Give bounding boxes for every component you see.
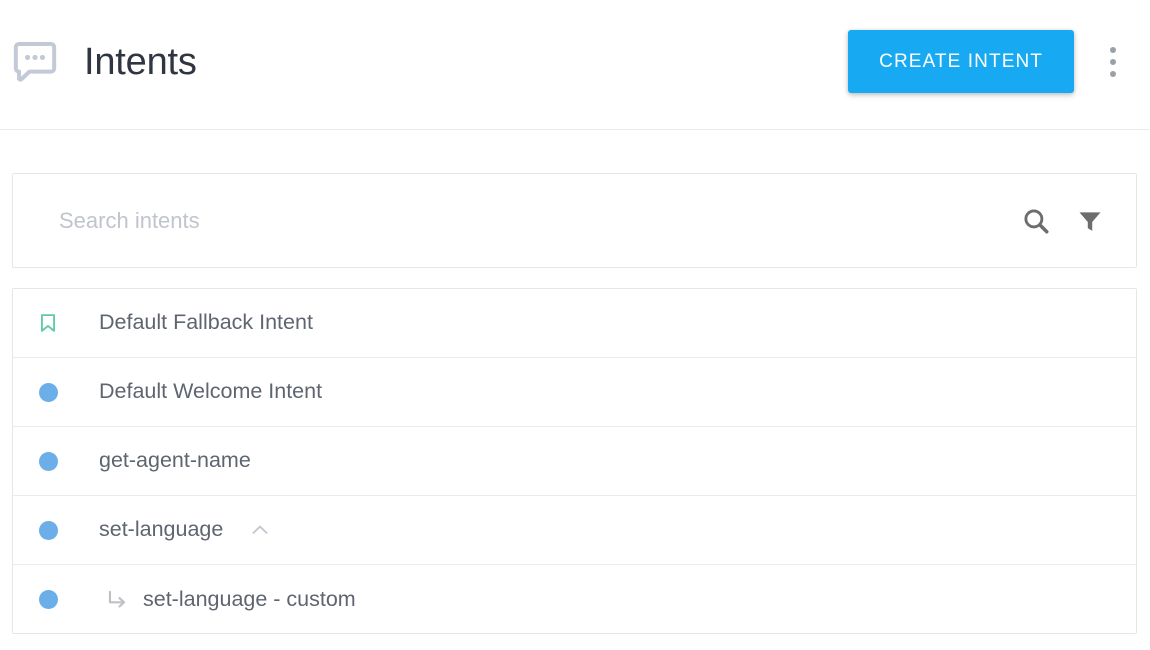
create-intent-button[interactable]: CREATE INTENT (848, 30, 1074, 93)
kebab-dot (1110, 70, 1116, 77)
table-row[interactable]: Default Welcome Intent (13, 358, 1136, 427)
list-item-label: set-language - custom (143, 586, 356, 611)
row-marker (33, 382, 77, 402)
table-row[interactable]: get-agent-name (13, 427, 1136, 496)
table-row[interactable]: set-language (13, 496, 1136, 565)
row-marker (33, 312, 77, 334)
status-dot-icon (39, 451, 58, 471)
status-dot-icon (39, 590, 58, 609)
list-item-label: Default Fallback Intent (99, 310, 313, 335)
chat-bubble-dots-icon (13, 41, 57, 82)
search-icon[interactable] (1014, 199, 1058, 243)
table-row[interactable]: Default Fallback Intent (13, 289, 1136, 358)
kebab-dot (1110, 58, 1116, 65)
chevron-up-icon[interactable] (245, 515, 275, 545)
page-header: Intents CREATE INTENT (0, 0, 1150, 130)
bookmark-icon (41, 314, 55, 332)
intent-list: Default Fallback Intent Default Welcome … (12, 288, 1137, 634)
list-item-label: Default Welcome Intent (99, 379, 323, 404)
row-marker (33, 590, 77, 609)
more-options-icon[interactable] (1094, 34, 1132, 90)
subdirectory-arrow-icon (97, 587, 137, 613)
search-input[interactable] (13, 200, 1014, 241)
header-left: Intents (12, 39, 848, 85)
row-marker (33, 451, 77, 471)
table-row[interactable]: set-language - custom (13, 565, 1136, 633)
kebab-dot (1110, 46, 1116, 53)
status-dot-icon (39, 520, 58, 540)
list-item-label: get-agent-name (99, 448, 251, 473)
filter-icon[interactable] (1068, 199, 1112, 243)
list-item-label: set-language (99, 517, 224, 542)
status-dot-icon (39, 382, 58, 402)
search-panel (12, 173, 1137, 268)
header-actions: CREATE INTENT (848, 30, 1136, 93)
page-title: Intents (84, 40, 197, 83)
row-marker (33, 520, 77, 540)
